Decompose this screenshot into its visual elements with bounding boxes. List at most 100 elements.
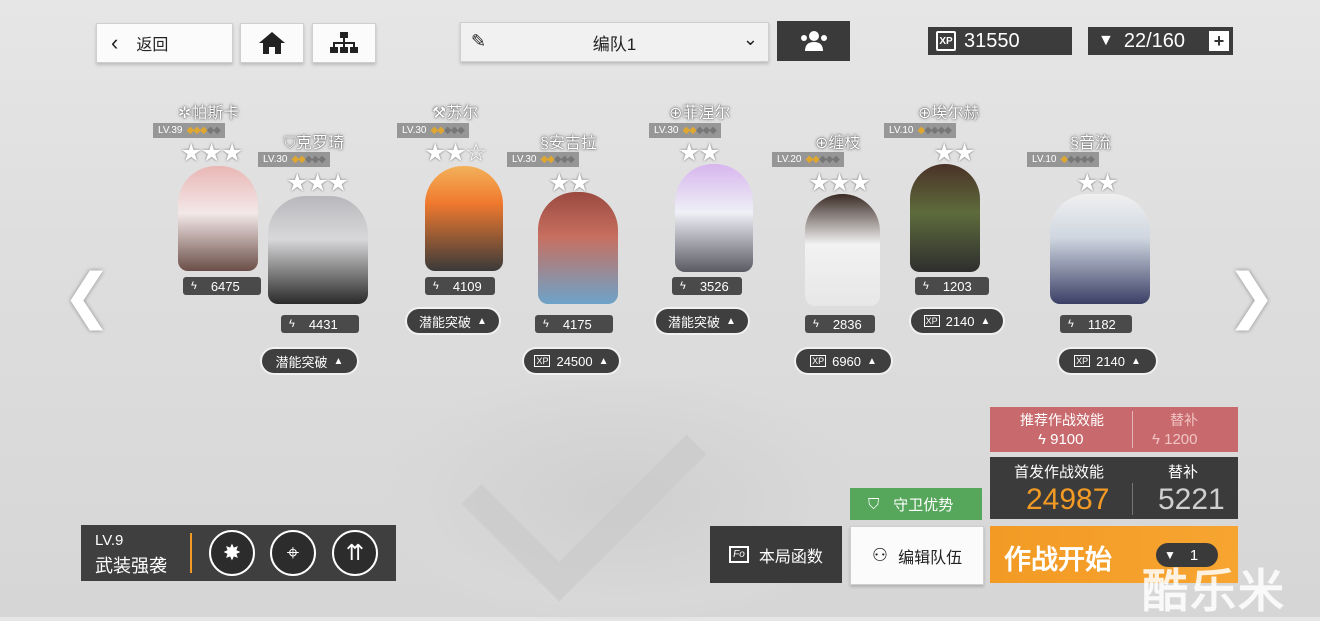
- recommended-sub-value: ϟ 1200: [1152, 431, 1198, 448]
- rockets-skill-icon[interactable]: ⇈: [332, 530, 378, 576]
- power-badge: ϟ 1203: [915, 277, 989, 295]
- character-sprite: [425, 166, 503, 271]
- mode-name: 武装强袭: [95, 556, 167, 576]
- home-button[interactable]: [240, 23, 304, 63]
- potential-button[interactable]: 潜能突破 ▲: [407, 309, 499, 333]
- character-sprite: [910, 164, 980, 272]
- divider: [1132, 483, 1133, 515]
- watermark: 酷乐米: [1142, 565, 1286, 617]
- character-name: ⊕埃尔赫: [918, 105, 980, 122]
- burst-skill-icon[interactable]: ✸: [209, 530, 255, 576]
- potential-button[interactable]: 潜能突破 ▲: [262, 349, 357, 373]
- edit-label: 编辑队伍: [898, 549, 963, 567]
- hierarchy-button[interactable]: [312, 23, 376, 63]
- xp-icon: XP: [810, 355, 827, 367]
- divider: [190, 533, 192, 573]
- functions-button[interactable]: Fo 本局函数: [710, 526, 842, 583]
- edit-icon: ✎: [471, 31, 487, 51]
- xp-counter: XP 31550: [928, 27, 1072, 55]
- stamina-icon: ▼: [1098, 32, 1114, 49]
- bolt-icon: ϟ: [1038, 431, 1051, 448]
- bolt-icon: ϟ: [433, 280, 439, 292]
- target-skill-icon[interactable]: ⌖: [270, 530, 316, 576]
- first-sub-value: 5221: [1158, 483, 1225, 516]
- next-page-arrow[interactable]: ❯: [1226, 266, 1276, 326]
- divider: [1132, 411, 1133, 448]
- stamina-counter: ▼ 22/160 +: [1088, 27, 1233, 55]
- chevron-down-icon: ⌄: [742, 29, 758, 49]
- chevron-up-icon: ▲: [726, 315, 736, 327]
- unlock-cost-button[interactable]: XP 24500 ▲: [524, 349, 619, 373]
- bolt-icon: ϟ: [923, 280, 929, 292]
- character-sprite: [268, 196, 368, 304]
- unlock-cost-button[interactable]: XP 2140 ▲: [1059, 349, 1156, 373]
- chevron-up-icon: ▲: [598, 355, 609, 367]
- character-name: §音流: [1070, 135, 1111, 152]
- character-sprite: [178, 166, 258, 271]
- guard-label: 守卫优势: [893, 496, 954, 514]
- character-name: ⊕缠枝: [815, 135, 861, 152]
- edit-team-button[interactable]: ⚇ 编辑队伍: [850, 526, 984, 585]
- home-icon: [259, 32, 285, 54]
- team-swap-icon: ⚇: [871, 545, 889, 565]
- xp-icon: XP: [534, 355, 551, 367]
- bolt-icon: ϟ: [1068, 318, 1074, 330]
- group-icon: [800, 31, 827, 51]
- xp-icon: XP: [936, 31, 956, 51]
- xp-icon: XP: [1074, 355, 1091, 367]
- back-label: 返回: [136, 37, 169, 54]
- chevron-up-icon: ▲: [980, 315, 991, 327]
- chevron-up-icon: ▲: [1131, 355, 1141, 367]
- character-level: LV.30 ◆◆◆◆◆: [258, 152, 330, 167]
- bolt-icon: ϟ: [1152, 431, 1165, 448]
- add-stamina-button[interactable]: +: [1209, 31, 1229, 51]
- back-button[interactable]: ‹ 返回: [96, 23, 233, 63]
- guard-advantage-badge[interactable]: ⛉ 守卫优势: [850, 488, 982, 520]
- character-stars: ★★★: [180, 139, 243, 167]
- character-level: LV.10 ◆◆◆◆◆: [1027, 152, 1099, 167]
- xp-icon: XP: [923, 315, 940, 327]
- character-sprite: [805, 194, 880, 306]
- character-sprite: [538, 192, 618, 304]
- character-level: LV.30 ◆◆◆◆◆: [397, 123, 469, 138]
- prev-page-arrow[interactable]: ❮: [62, 266, 112, 326]
- character-name: ⊕菲涅尔: [669, 105, 731, 122]
- first-value: 24987: [1026, 483, 1110, 516]
- first-power-panel: 首发作战效能 替补 24987 5221: [990, 457, 1238, 519]
- bolt-icon: ϟ: [680, 280, 686, 292]
- bolt-icon: ϟ: [813, 318, 819, 330]
- bolt-icon: ϟ: [289, 318, 295, 330]
- character-sprite: [675, 164, 753, 272]
- bolt-icon: ϟ: [191, 280, 197, 292]
- potential-button[interactable]: 潜能突破 ▲: [656, 309, 748, 333]
- character-level: LV.39 ◆◆◆◆◆: [153, 123, 225, 138]
- chevron-left-icon: ‹: [111, 30, 119, 55]
- power-badge: ϟ 2836: [805, 315, 875, 333]
- power-badge: ϟ 6475: [183, 277, 261, 295]
- character-level: LV.20 ◆◆◆◆◆: [772, 152, 844, 167]
- character-level: LV.10 ◆◆◆◆◆: [884, 123, 956, 138]
- mode-panel[interactable]: LV.9 武装强袭 ✸ ⌖ ⇈: [81, 525, 396, 581]
- character-stars: ★★☆: [424, 139, 487, 167]
- stamina-value: 22/160: [1123, 29, 1186, 52]
- unlock-cost-button[interactable]: XP 2140 ▲: [911, 309, 1003, 333]
- character-name: ✲帕斯卡: [178, 105, 240, 122]
- power-badge: ϟ 3526: [672, 277, 742, 295]
- unlock-cost-button[interactable]: XP 6960 ▲: [796, 349, 891, 373]
- chevron-up-icon: ▲: [477, 315, 487, 327]
- mode-level: LV.9: [95, 532, 124, 549]
- hierarchy-icon: [330, 32, 358, 53]
- character-name: ⚒苏尔: [432, 105, 479, 122]
- character-name: §安吉拉: [540, 135, 597, 152]
- sub-label: 替补: [1168, 464, 1199, 481]
- recommended-power-panel: 推荐作战效能 替补 ϟ 9100 ϟ 1200: [990, 407, 1238, 452]
- sub-label: 替补: [1170, 412, 1198, 428]
- chevron-up-icon: ▲: [867, 355, 877, 367]
- character-sprite: [1050, 194, 1150, 304]
- squad-select[interactable]: ✎ 编队1 ⌄: [460, 22, 769, 62]
- character-level: LV.30 ◆◆◆◆◆: [649, 123, 721, 138]
- start-label: 作战开始: [1004, 545, 1112, 575]
- squad-name: 编队1: [592, 34, 637, 54]
- function-icon: Fo: [729, 546, 749, 563]
- members-button[interactable]: [777, 21, 850, 61]
